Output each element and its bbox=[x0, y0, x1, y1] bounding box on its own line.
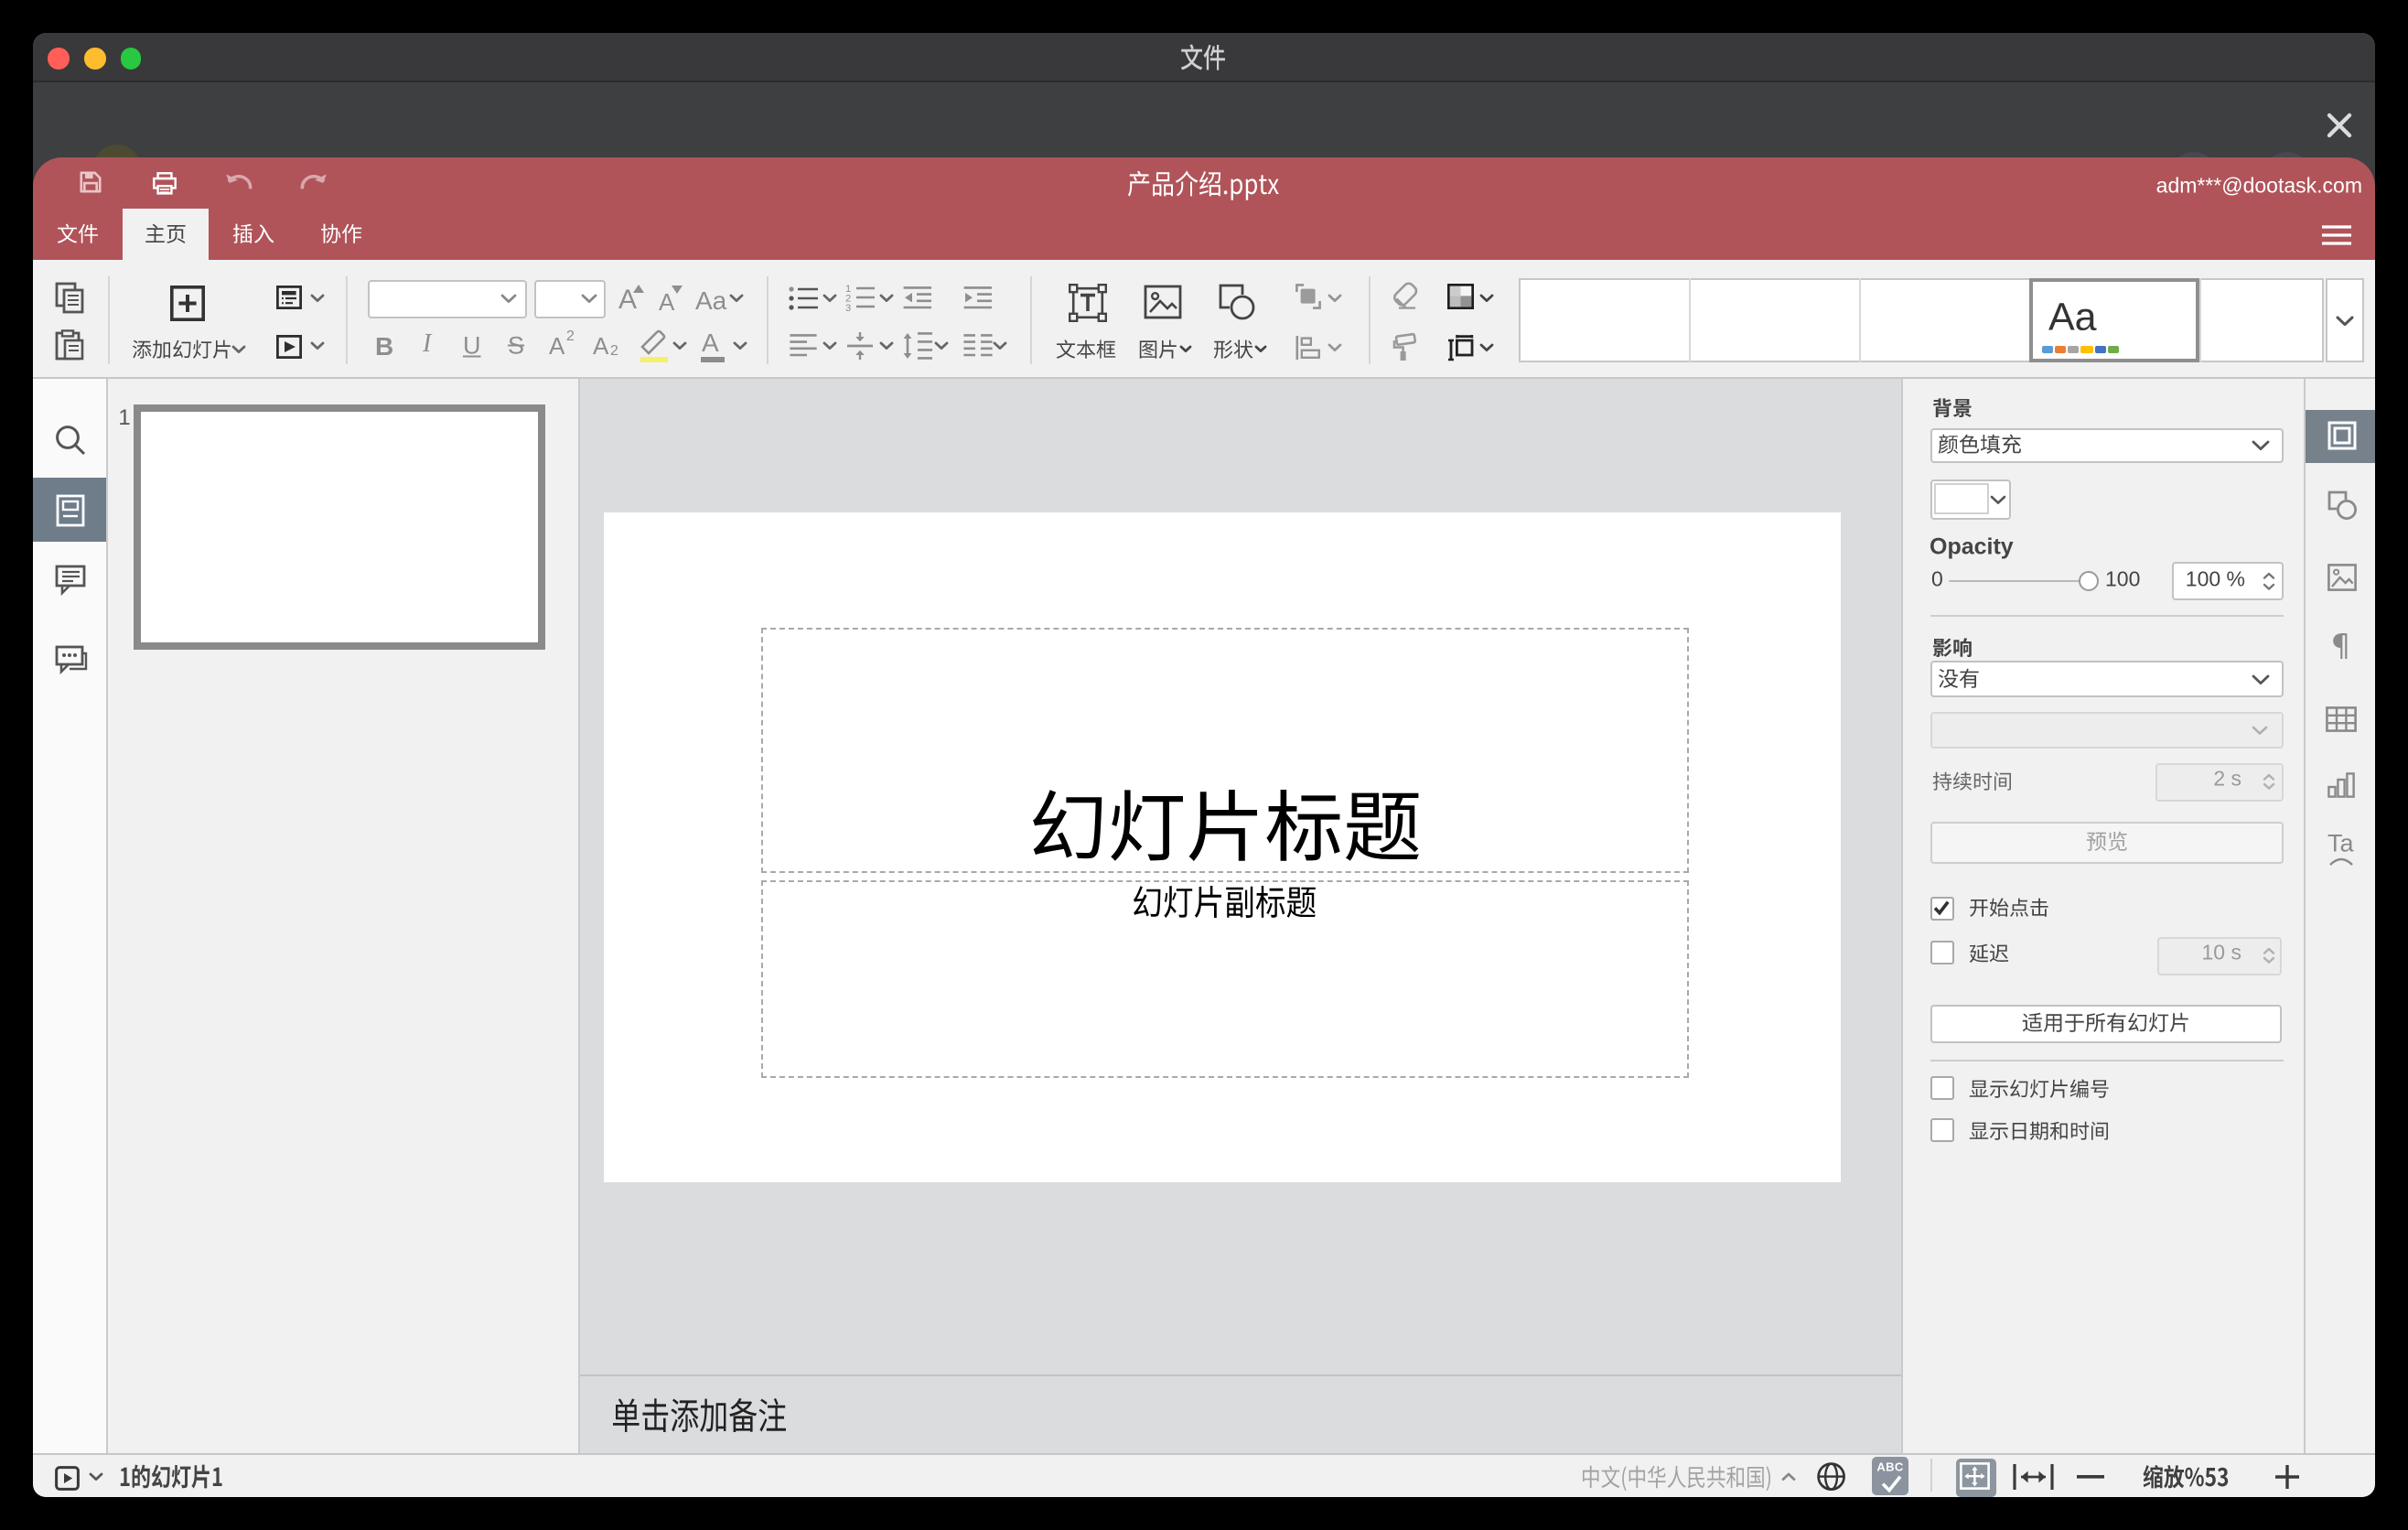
svg-text:3: 3 bbox=[845, 303, 851, 314]
